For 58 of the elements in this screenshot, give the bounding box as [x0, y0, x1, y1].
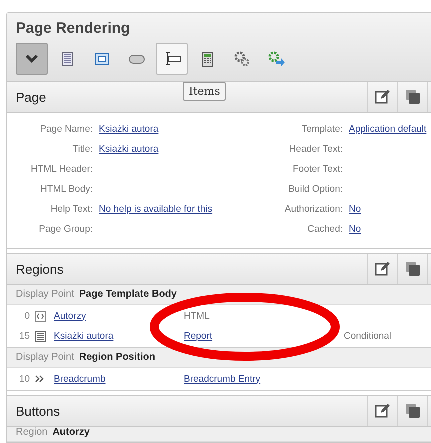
edit-icon — [374, 403, 390, 419]
field-label: Page Name: — [39, 123, 93, 136]
gears-icon — [234, 51, 250, 67]
toolbar-button[interactable] — [156, 43, 188, 75]
region-label: Region — [16, 427, 48, 438]
region-type-link[interactable]: Breadcrumb Entry — [184, 374, 261, 384]
field-label: HTML Header: — [30, 163, 93, 176]
field-value-link[interactable]: Ksiażki autora — [99, 143, 159, 156]
display-point-value: Region Position — [79, 352, 156, 363]
code-icon — [35, 310, 46, 322]
field-label: Build Option: — [288, 183, 343, 196]
region-name-link[interactable]: Breadcrumb — [54, 374, 106, 384]
field-value-link[interactable]: Application default — [349, 123, 427, 136]
field-label: HTML Body: — [40, 183, 93, 196]
toolbar-button[interactable] — [16, 43, 48, 75]
calculator-icon — [202, 52, 212, 66]
field-label: Template: — [300, 123, 343, 136]
region-name-link[interactable]: Ksiażki autora — [54, 330, 114, 342]
field-value-link[interactable]: No — [349, 223, 362, 236]
section-title: Buttons — [16, 404, 60, 418]
field-label: Header Text: — [288, 143, 343, 156]
gear-arrow-icon — [268, 51, 286, 67]
window-icon — [95, 53, 109, 65]
region-type: HTML — [184, 310, 210, 322]
field-value-link[interactable]: No — [349, 203, 362, 216]
display-point-label: Display Point — [16, 352, 74, 363]
edit-icon — [374, 261, 390, 277]
section-title: Page — [16, 90, 46, 104]
region-type-link[interactable]: Report — [184, 330, 213, 342]
region-value: Autorzy — [52, 427, 90, 438]
field-label: Footer Text: — [292, 163, 343, 176]
document-icon — [62, 52, 72, 66]
panel-title: Page Rendering — [16, 20, 132, 37]
display-point-label: Display Point — [16, 289, 74, 300]
pill-icon — [129, 54, 145, 64]
display-point-value: Page Template Body — [79, 289, 177, 300]
sequence-number: 10 — [18, 374, 31, 384]
edit-icon — [374, 89, 390, 105]
text-field-icon — [163, 52, 181, 66]
field-value-link[interactable]: Ksiażki autora — [99, 123, 159, 136]
region-condition: Conditional — [344, 330, 392, 342]
copy-icon — [404, 89, 420, 105]
copy-icon — [404, 403, 420, 419]
field-label: Authorization: — [284, 203, 343, 216]
field-label: Help Text: — [50, 203, 93, 216]
list-icon — [35, 330, 46, 342]
field-label: Page Group: — [38, 223, 93, 236]
sequence-number: 0 — [24, 310, 31, 322]
chevron-down-icon — [25, 54, 39, 64]
double-chevron-icon — [35, 375, 45, 383]
section-title: Regions — [16, 262, 64, 276]
sequence-number: 15 — [18, 330, 31, 342]
field-label: Cached: — [306, 223, 343, 236]
field-value-link[interactable]: No help is available for this — [99, 203, 213, 216]
tooltip: Items — [183, 82, 226, 101]
copy-icon — [404, 261, 420, 277]
field-label: Title: — [72, 143, 93, 156]
region-name-link[interactable]: Autorzy — [54, 310, 86, 322]
